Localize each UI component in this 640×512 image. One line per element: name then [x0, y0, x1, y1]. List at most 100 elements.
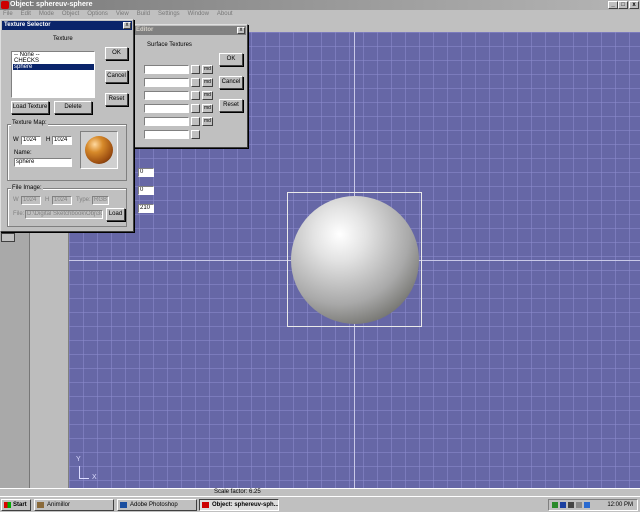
- taskbar-item-photoshop[interactable]: Adobe Photoshop: [117, 499, 197, 511]
- file-image-label: File Image:: [11, 185, 43, 192]
- fi-type-label: Type:: [76, 197, 91, 203]
- menu-options[interactable]: Options: [84, 10, 111, 19]
- fi-file-field: D:\Digital Sketchbook\Obj\3d\: [25, 210, 103, 219]
- menu-edit[interactable]: Edit: [18, 10, 34, 19]
- surface-browse-button-1[interactable]: [191, 65, 200, 74]
- surface-browse-button-2[interactable]: [191, 78, 200, 87]
- tray-network-icon[interactable]: [552, 502, 558, 508]
- surface-browse-button-3[interactable]: [191, 91, 200, 100]
- surface-cancel-button[interactable]: Cancel: [219, 76, 243, 89]
- window-titlebar: Object: sphereuv-sphere: [0, 0, 640, 10]
- close-window-button[interactable]: x: [629, 1, 639, 9]
- fi-type-field: RGB: [92, 196, 109, 205]
- texture-preview-image: [85, 136, 113, 164]
- tray-clock[interactable]: 12:00 PM: [607, 500, 633, 510]
- surface-texture-field-6[interactable]: [144, 130, 189, 139]
- tray-monitor-icon[interactable]: [568, 502, 574, 508]
- window-title: Object: sphereuv-sphere: [10, 1, 93, 8]
- file-load-button[interactable]: Load: [106, 208, 125, 221]
- taskbar-item-object[interactable]: Object: sphereuv-sph...: [199, 499, 279, 511]
- menu-mode[interactable]: Mode: [36, 10, 57, 19]
- side-value-field-1[interactable]: 0: [138, 168, 154, 177]
- side-value-field-2[interactable]: 0: [138, 186, 154, 195]
- menu-bar: File Edit Mode Object Options View Build…: [0, 10, 640, 19]
- texture-label: Texture: [53, 36, 73, 42]
- axis-x-line: [79, 478, 89, 479]
- texture-cancel-button[interactable]: Cancel: [105, 70, 128, 83]
- axis-y-line: [79, 466, 80, 478]
- menu-window[interactable]: Window: [185, 10, 212, 19]
- tray-app-icon[interactable]: [560, 502, 566, 508]
- start-button[interactable]: Start: [1, 499, 31, 511]
- texture-selector-dialog: Texture Selector x Texture -- None -- CH…: [0, 19, 134, 232]
- fi-file-label: File:: [13, 211, 25, 217]
- surface-texture-field-4[interactable]: [144, 104, 189, 113]
- surface-md-button-4[interactable]: md: [202, 104, 213, 113]
- menu-build[interactable]: Build: [134, 10, 153, 19]
- tray-volume-icon[interactable]: [576, 502, 582, 508]
- taskbar-item-animator[interactable]: Animillor: [34, 499, 114, 511]
- fi-width-field: 1024: [21, 196, 41, 205]
- menu-about[interactable]: About: [214, 10, 236, 19]
- menu-view[interactable]: View: [113, 10, 132, 19]
- tm-width-field[interactable]: 1024: [21, 136, 41, 145]
- surface-texture-field-5[interactable]: [144, 117, 189, 126]
- texture-preview: [80, 131, 118, 169]
- fi-height-field: 1024: [52, 196, 72, 205]
- texture-selector-close-button[interactable]: x: [123, 22, 131, 29]
- status-bar: [0, 488, 640, 496]
- surface-browse-button-6[interactable]: [191, 130, 200, 139]
- tm-height-field[interactable]: 1024: [52, 136, 72, 145]
- taskbar-item-label: Object: sphereuv-sph...: [212, 502, 279, 508]
- surface-md-button-3[interactable]: md: [202, 91, 213, 100]
- tm-width-label: W: [13, 137, 19, 143]
- surface-ok-button[interactable]: OK: [219, 53, 243, 66]
- surface-editor-close-button[interactable]: x: [237, 27, 245, 34]
- tray-tool-icon[interactable]: [584, 502, 590, 508]
- surface-texture-field-2[interactable]: [144, 78, 189, 87]
- texture-list-item-selected[interactable]: sphere: [13, 64, 94, 70]
- texture-selector-title: Texture Selector: [4, 22, 51, 28]
- tm-name-label: Name:: [14, 150, 32, 156]
- surface-reset-button[interactable]: Reset: [219, 99, 243, 112]
- start-label: Start: [13, 502, 27, 508]
- axis-gizmo: Y X: [74, 456, 104, 484]
- surface-texture-field-3[interactable]: [144, 91, 189, 100]
- axis-x-label: X: [92, 474, 97, 481]
- selection-bounding-box[interactable]: [287, 192, 422, 327]
- system-tray: 12:00 PM: [548, 499, 638, 511]
- taskbar-item-label: Adobe Photoshop: [130, 502, 178, 508]
- surface-browse-button-4[interactable]: [191, 104, 200, 113]
- maximize-button[interactable]: □: [618, 1, 628, 9]
- menu-file[interactable]: File: [0, 10, 16, 19]
- texture-list[interactable]: -- None -- CHECKS sphere: [11, 51, 95, 98]
- menu-object[interactable]: Object: [59, 10, 82, 19]
- panel-toggle-icon[interactable]: [1, 233, 15, 242]
- surface-browse-button-5[interactable]: [191, 117, 200, 126]
- tm-name-field[interactable]: sphere: [14, 158, 72, 167]
- load-texture-button[interactable]: Load Texture: [11, 101, 49, 114]
- windows-logo-icon: [4, 502, 11, 508]
- surface-md-button-5[interactable]: md: [202, 117, 213, 126]
- object-app-icon: [202, 502, 209, 508]
- surface-texture-field-1[interactable]: [144, 65, 189, 74]
- delete-texture-button[interactable]: Delete: [54, 101, 92, 114]
- fi-height-label: H: [45, 197, 50, 203]
- surface-md-button-2[interactable]: md: [202, 78, 213, 87]
- texture-reset-button[interactable]: Reset: [105, 93, 128, 106]
- axis-y-label: Y: [76, 456, 81, 463]
- side-value-field-3[interactable]: 210: [138, 204, 154, 213]
- taskbar-item-label: Animillor: [47, 502, 71, 508]
- fi-width-label: W: [13, 197, 19, 203]
- texture-selector-titlebar: Texture Selector: [2, 21, 132, 30]
- menu-settings[interactable]: Settings: [155, 10, 183, 19]
- minimize-button[interactable]: _: [608, 1, 618, 9]
- surface-md-button-1[interactable]: md: [202, 65, 213, 74]
- app-icon: [1, 1, 9, 9]
- texture-ok-button[interactable]: OK: [105, 47, 128, 60]
- animator-icon: [37, 502, 44, 508]
- scale-factor-text: Scale factor: 6.25: [214, 489, 261, 495]
- photoshop-icon: [120, 502, 127, 508]
- tm-height-label: H: [46, 137, 51, 143]
- surface-textures-heading: Surface Textures: [147, 42, 192, 48]
